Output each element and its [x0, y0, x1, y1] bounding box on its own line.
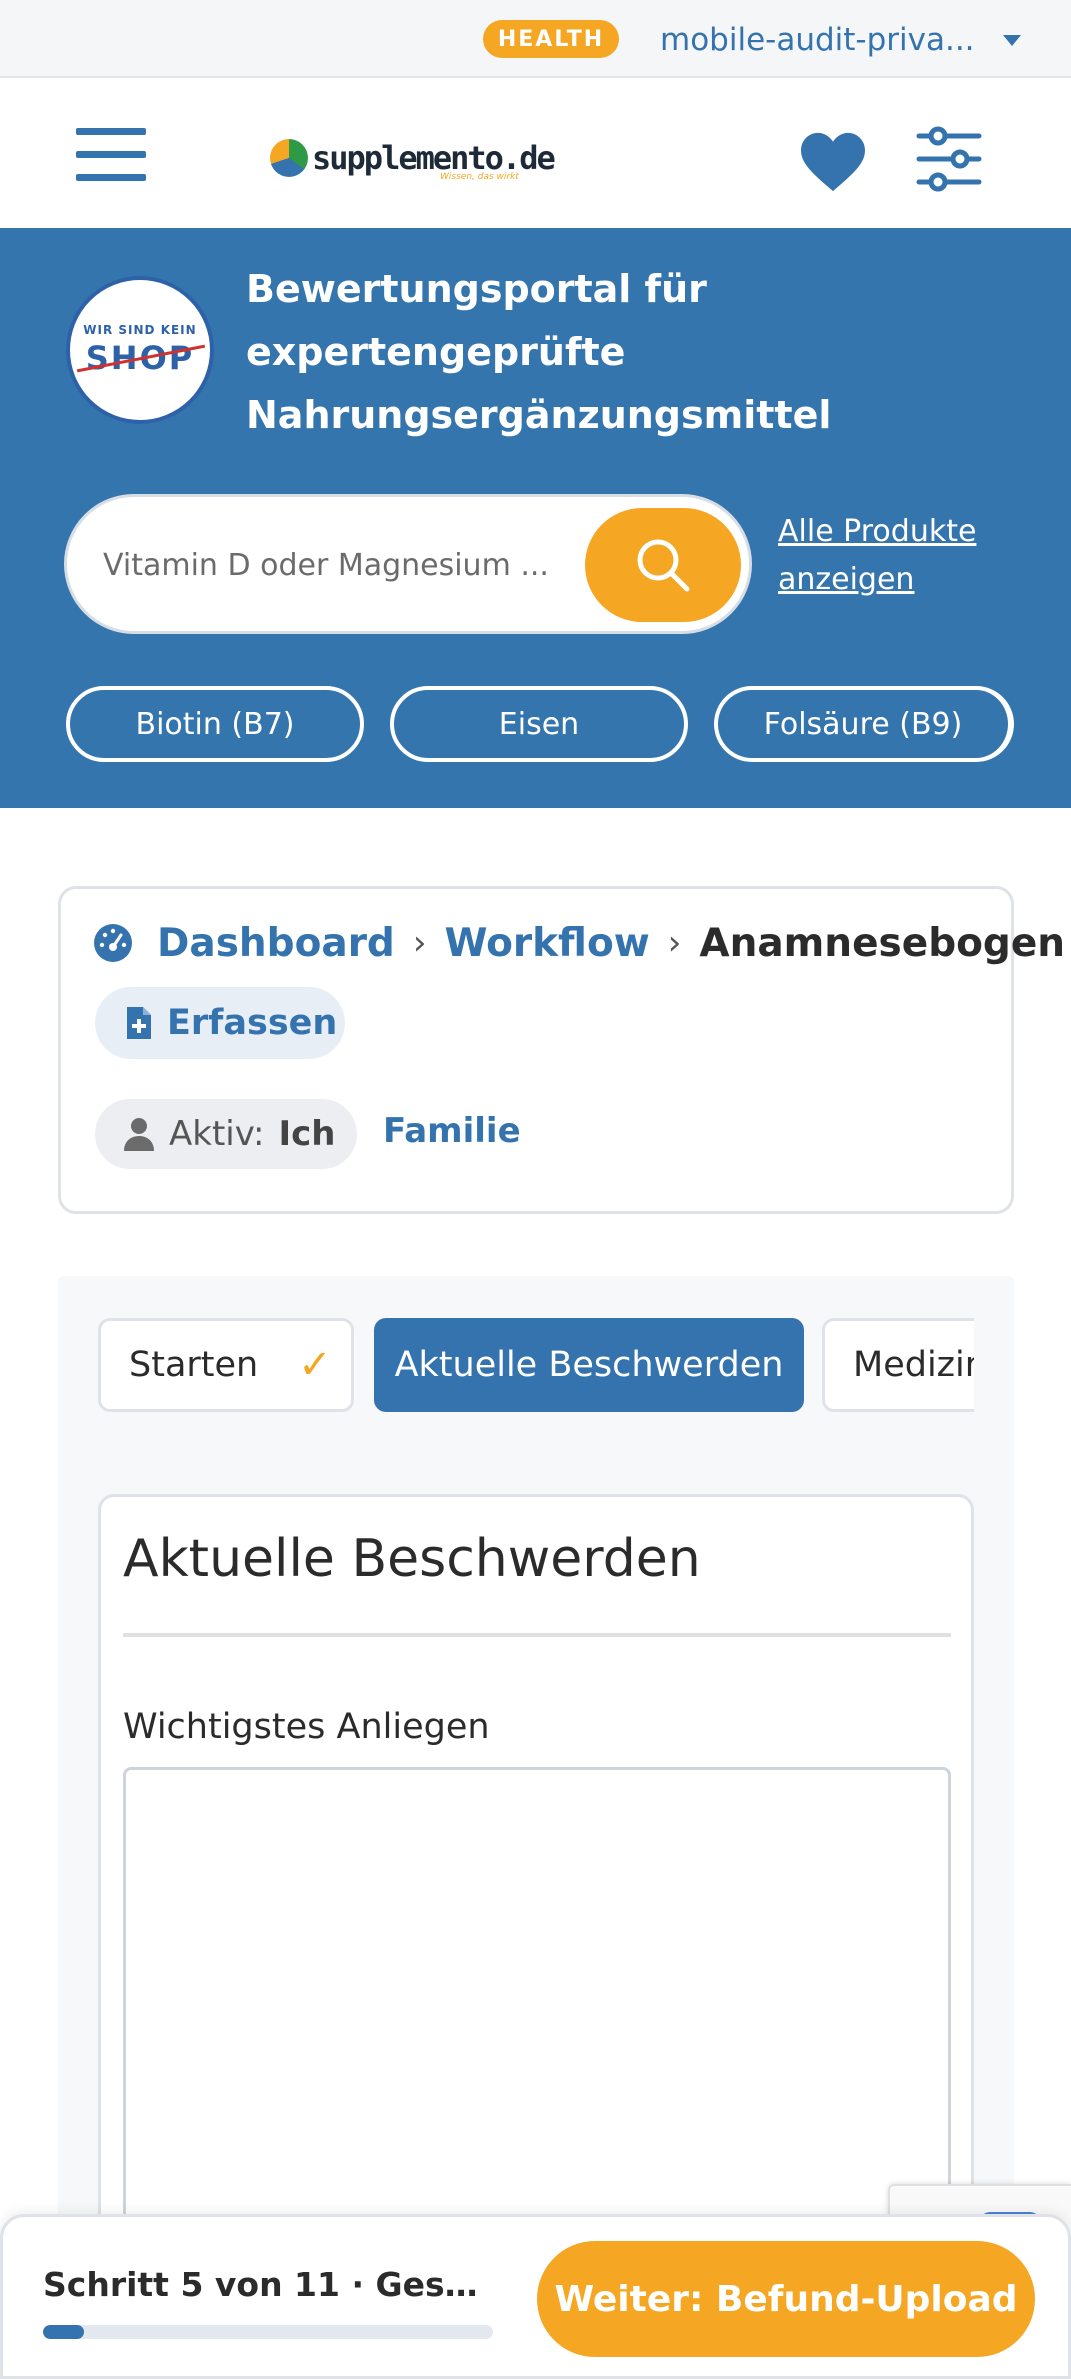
logo-tagline: Wissen, das wirkt	[440, 172, 519, 182]
tab-label: Starten	[129, 1345, 259, 1385]
breadcrumb-dashboard[interactable]: Dashboard	[157, 921, 395, 966]
breadcrumb-card: Dashboard › Workflow › Anamnesebogen Erf…	[58, 886, 1065, 1214]
account-name: mobile-audit-priva...	[660, 22, 975, 58]
user-icon	[124, 1118, 154, 1151]
step-tabs: Starten ✓ Aktuelle Beschwerden Medizin	[98, 1318, 974, 1414]
chip-biotin[interactable]: Biotin (B7)	[66, 686, 364, 762]
chip-eisen[interactable]: Eisen	[390, 686, 688, 762]
breadcrumb: Dashboard › Workflow › Anamnesebogen	[93, 913, 1065, 973]
dashboard-gauge-icon	[94, 924, 132, 962]
heart-icon[interactable]	[798, 130, 868, 194]
account-selector[interactable]: mobile-audit-priva...	[660, 18, 1021, 62]
no-shop-badge: WIR SIND KEIN SHOP	[66, 276, 214, 424]
breadcrumb-workflow[interactable]: Workflow	[444, 921, 649, 966]
menu-icon[interactable]	[76, 128, 146, 182]
familie-link[interactable]: Familie	[383, 1111, 521, 1151]
hero-banner: WIR SIND KEIN SHOP Bewertungsportal für …	[0, 228, 1071, 808]
search-input[interactable]	[103, 537, 573, 593]
hero-title: Bewertungsportal für expertengeprüfte Na…	[246, 267, 832, 437]
tab-label: Medizin	[853, 1345, 974, 1385]
site-header: supplemento.de Wissen, das wirkt	[0, 80, 1071, 228]
filter-sliders-icon[interactable]	[916, 126, 982, 192]
progress-track	[43, 2325, 493, 2339]
tab-aktuelle-beschwerden[interactable]: Aktuelle Beschwerden	[374, 1318, 804, 1412]
search-icon	[637, 539, 690, 592]
health-badge: HEALTH	[483, 20, 619, 58]
top-bar: HEALTH mobile-audit-priva...	[0, 0, 1071, 78]
breadcrumb-separator: ›	[667, 923, 682, 963]
field-label: Wichtigstes Anliegen	[123, 1707, 490, 1747]
tab-starten[interactable]: Starten ✓	[98, 1318, 354, 1412]
section-divider	[123, 1633, 951, 1637]
search-box	[64, 494, 752, 634]
erfassen-button[interactable]: Erfassen	[95, 987, 345, 1059]
file-plus-icon	[127, 1007, 151, 1039]
caret-down-icon	[1002, 34, 1021, 46]
active-label: Aktiv:	[169, 1114, 265, 1154]
breadcrumb-current: Anamnesebogen	[699, 920, 1066, 966]
section-title: Aktuelle Beschwerden	[123, 1529, 701, 1589]
active-value: Ich	[278, 1114, 336, 1154]
bottom-progress-bar: Schritt 5 von 11 · Gesun... Weiter: Befu…	[0, 2214, 1071, 2379]
erfassen-label: Erfassen	[167, 1003, 338, 1043]
tab-label: Aktuelle Beschwerden	[394, 1345, 784, 1385]
checkmark-icon: ✓	[298, 1342, 332, 1388]
chip-folsaeure[interactable]: Folsäure (B9)	[714, 686, 1014, 762]
active-profile-pill[interactable]: Aktiv: Ich	[95, 1099, 357, 1169]
badge-big-text: SHOP	[85, 339, 195, 377]
badge-small-text: WIR SIND KEIN	[83, 323, 197, 337]
step-indicator: Schritt 5 von 11 · Gesun...	[43, 2265, 493, 2304]
tab-medizin[interactable]: Medizin	[822, 1318, 974, 1412]
breadcrumb-separator: ›	[412, 923, 427, 963]
progress-fill	[43, 2325, 84, 2339]
all-products-link[interactable]: Alle Produkte anzeigen	[778, 508, 1038, 604]
next-button[interactable]: Weiter: Befund-Upload	[537, 2241, 1035, 2357]
search-button[interactable]	[585, 508, 741, 622]
site-logo[interactable]: supplemento.de Wissen, das wirkt	[270, 128, 556, 188]
logo-mark-icon	[270, 139, 308, 177]
